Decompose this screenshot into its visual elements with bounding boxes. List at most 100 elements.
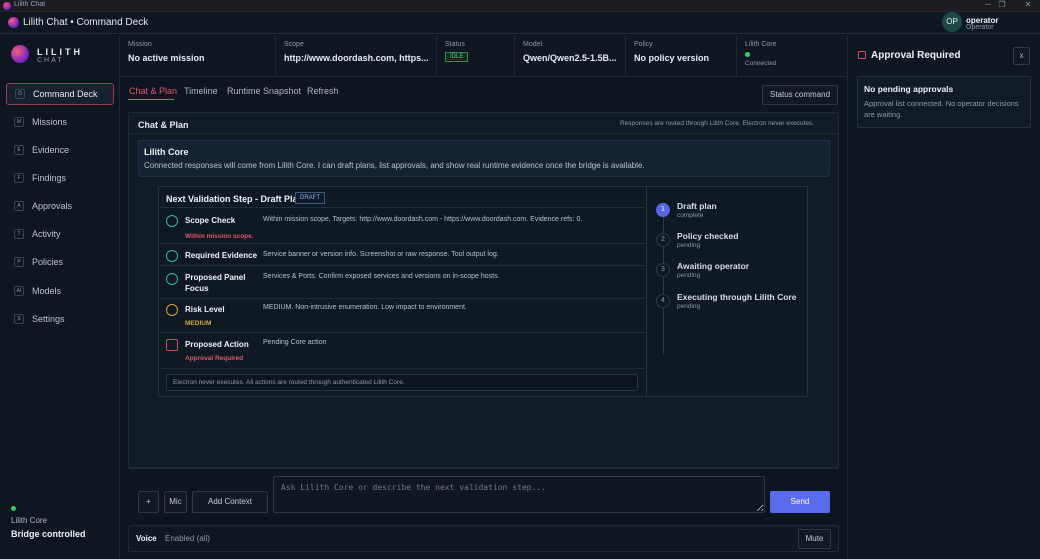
step-number-icon: 4	[656, 294, 670, 308]
info-value: http://www.doordash.com, https...	[284, 53, 429, 63]
sidebar-item-approvals[interactable]: A Approvals	[6, 196, 114, 218]
divider	[160, 207, 645, 208]
tab-runtime-snapshot[interactable]: Runtime Snapshot	[227, 86, 301, 96]
sidebar-item-models[interactable]: AI Models	[6, 281, 114, 303]
sidebar-item-settings[interactable]: S Settings	[6, 309, 114, 331]
sidebar-item-activity[interactable]: T Activity	[6, 224, 114, 246]
info-value: Qwen/Qwen2.5-1.5B...	[523, 53, 617, 63]
step-number-icon: 2	[656, 233, 670, 247]
bridge-status: Bridge controlled	[11, 529, 86, 539]
voice-state: Enabled (all)	[165, 534, 210, 543]
divider	[160, 298, 645, 299]
approval-alert-icon	[858, 51, 866, 59]
activity-icon: T	[14, 229, 24, 239]
voice-label: Voice	[136, 534, 157, 543]
approvals-card-title: No pending approvals	[864, 84, 954, 94]
plan-row-name: Proposed Action	[185, 340, 249, 349]
sidebar-item-label: Policies	[32, 257, 64, 267]
plan-row-desc: Within mission scope. Targets: http://ww…	[263, 216, 583, 223]
divider	[160, 243, 645, 244]
sidebar-item-label: Models	[32, 286, 62, 296]
sidebar-item-label: Approvals	[32, 201, 73, 211]
approvals-title: Approval Required	[871, 50, 961, 61]
command-deck-icon: D	[15, 89, 25, 99]
tab-refresh[interactable]: Refresh	[307, 86, 339, 96]
info-mission: Mission No active mission	[120, 35, 276, 77]
divider	[646, 187, 647, 396]
findings-icon: F	[14, 173, 24, 183]
brand-logo-icon	[11, 45, 29, 63]
voice-bar	[128, 525, 839, 552]
restore-icon[interactable]: ❐	[994, 0, 1010, 9]
app-logo-icon	[3, 2, 11, 10]
check-circle-icon	[166, 273, 178, 285]
info-status: Status IDLE	[437, 35, 515, 77]
info-value: No active mission	[128, 53, 205, 63]
plan-row-sub: MEDIUM	[185, 320, 212, 327]
info-label: Policy	[634, 41, 653, 48]
chat-input[interactable]	[273, 476, 765, 513]
plan-row-desc: Services & Ports. Confirm exposed servic…	[263, 273, 500, 280]
status-command-button[interactable]: Status command	[762, 85, 838, 105]
step-title: Executing through Lilith Core	[677, 292, 797, 302]
os-title-bar: Lilith Chat ─ ❐ ✕	[0, 0, 1040, 12]
step-title: Policy checked	[677, 231, 739, 241]
info-value: No policy version	[634, 53, 710, 63]
avatar[interactable]: OP	[942, 12, 962, 32]
info-label: Lilith Core	[745, 41, 777, 48]
lilith-logo-icon	[8, 17, 19, 28]
sidebar-item-label: Missions	[32, 117, 68, 127]
bridge-label: Lilith Core	[11, 516, 48, 525]
core-connected-dot-icon	[745, 52, 750, 57]
action-square-icon	[166, 339, 178, 351]
info-core: Lilith Core Connected	[737, 35, 846, 77]
os-window-title: Lilith Chat	[14, 1, 46, 8]
info-model: Model Qwen/Qwen2.5-1.5B...	[515, 35, 626, 77]
step-state: complete	[677, 212, 704, 219]
sidebar-item-evidence[interactable]: E Evidence	[6, 140, 114, 162]
plan-row-name: Risk Level	[185, 305, 225, 314]
send-button[interactable]: Send	[770, 491, 830, 513]
check-circle-icon	[166, 215, 178, 227]
plan-row-desc: Service banner or version info. Screensh…	[263, 251, 499, 258]
brand-name: LILITH	[37, 47, 83, 57]
info-label: Mission	[128, 41, 152, 48]
info-label: Scope	[284, 41, 304, 48]
mute-button[interactable]: Mute	[798, 529, 831, 549]
plan-row-sub: Approval Required	[185, 355, 244, 362]
tab-chat-plan[interactable]: Chat & Plan	[129, 86, 177, 96]
sidebar-item-label: Findings	[32, 173, 67, 183]
approvals-icon: A	[14, 201, 24, 211]
panel-routing-note: Responses are routed through Lilith Core…	[620, 120, 815, 127]
core-message-text: Connected responses will come from Lilit…	[144, 161, 645, 170]
plan-row-name: Proposed Panel	[185, 273, 246, 282]
tab-active-underline	[128, 99, 174, 100]
step-state: pending	[677, 303, 701, 310]
step-state: pending	[677, 272, 701, 279]
info-label: Status	[445, 41, 465, 48]
divider	[160, 265, 645, 266]
sidebar-item-findings[interactable]: F Findings	[6, 168, 114, 190]
sidebar-item-missions[interactable]: M Missions	[6, 112, 114, 134]
user-role: Operator	[966, 24, 994, 31]
add-button[interactable]: +	[138, 491, 159, 513]
step-state: pending	[677, 242, 701, 249]
panel-title: Chat & Plan	[138, 120, 189, 130]
draft-badge: DRAFT	[295, 192, 325, 204]
mic-button[interactable]: Mic	[164, 491, 187, 513]
sidebar-item-label: Settings	[32, 314, 65, 324]
sidebar-item-policies[interactable]: P Policies	[6, 252, 114, 274]
add-context-button[interactable]: Add Context	[192, 491, 268, 513]
sidebar-item-label: Evidence	[32, 145, 70, 155]
plan-row-sub: Within mission scope.	[185, 233, 254, 240]
tab-timeline[interactable]: Timeline	[184, 86, 218, 96]
check-circle-icon	[166, 250, 178, 262]
settings-icon: S	[14, 314, 24, 324]
info-label: Model	[523, 41, 543, 48]
close-approvals-button[interactable]: x	[1013, 47, 1030, 65]
plan-row-desc: MEDIUM. Non-intrusive enumeration. Low i…	[263, 304, 467, 311]
plan-row-name: Scope Check	[185, 216, 236, 225]
header-title: Lilith Chat • Command Deck	[23, 17, 149, 28]
close-window-icon[interactable]: ✕	[1020, 0, 1036, 9]
sidebar-item-command-deck[interactable]: D Command Deck	[6, 83, 114, 105]
